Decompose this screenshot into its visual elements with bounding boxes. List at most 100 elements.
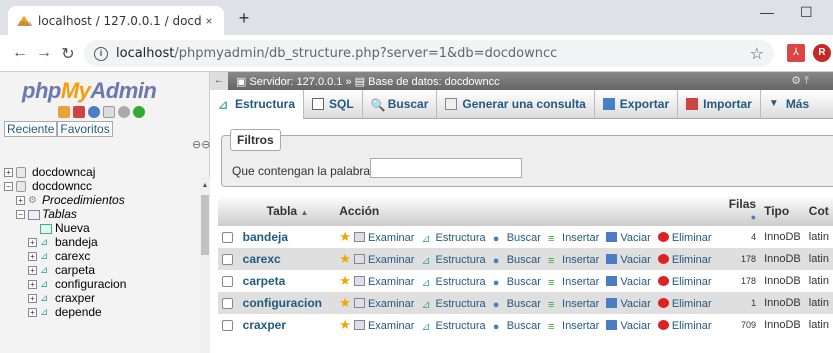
vaciar-action[interactable]: Vaciar [606,232,651,244]
table-name-link[interactable]: craxper [243,318,286,332]
buscar-action[interactable]: ● Buscar [493,298,541,311]
tab-generar-consulta[interactable]: Generar una consulta [437,89,595,119]
breadcrumb-database[interactable]: Base de datos: docdowncc [368,76,499,88]
tree-item-docdowncc[interactable]: − docdowncc [0,180,200,193]
vaciar-action[interactable]: Vaciar [606,254,651,266]
examinar-action[interactable]: Examinar [353,320,414,332]
tree-item-carexc[interactable]: + ⊿ carexc [0,250,200,263]
recent-tab[interactable]: Reciente [4,121,58,137]
expand-icon[interactable]: + [28,252,37,261]
url-input[interactable]: i localhost/phpmyadmin/db_structure.php?… [84,40,774,67]
settings-gear-icon[interactable] [118,106,130,118]
examinar-action[interactable]: Examinar [353,298,414,310]
eliminar-action[interactable]: Eliminar [657,254,712,266]
buscar-action[interactable]: ● Buscar [493,276,541,289]
browser-tab[interactable]: PMA localhost / 127.0.0.1 / docdowncc × [8,6,224,35]
filter-input[interactable] [370,158,522,178]
tree-item-configuracion[interactable]: + ⊿ configuracion [0,278,200,291]
settings-gear-icon[interactable]: ⚙ ⤒ [791,74,809,88]
buscar-action[interactable]: ● Buscar [493,320,541,333]
eliminar-action[interactable]: Eliminar [657,276,712,288]
tree-item-tablas[interactable]: − Tablas [0,208,200,221]
tree-item-bandeja[interactable]: + ⊿ bandeja [0,236,200,249]
tree-item-craxper[interactable]: + ⊿ craxper [0,292,200,305]
expand-icon[interactable]: + [16,196,25,205]
info-icon[interactable]: i [94,46,108,61]
estructura-action[interactable]: ⊿ Estructura [422,320,486,333]
col-tipo[interactable]: Tipo [760,195,805,226]
vaciar-action[interactable]: Vaciar [606,320,651,332]
expand-icon[interactable]: + [28,238,37,247]
new-tab-icon[interactable]: + [234,8,254,29]
tab-buscar[interactable]: 🔍 Buscar [363,89,438,119]
nav-scrollbar[interactable]: ▲ [200,177,210,353]
col-cotejamiento[interactable]: Cot [804,195,833,226]
buscar-action[interactable]: ● Buscar [493,254,541,267]
favorite-star-icon[interactable]: ★ [339,229,351,244]
estructura-action[interactable]: ⊿ Estructura [422,232,486,245]
forward-icon[interactable]: → [34,44,54,62]
vaciar-action[interactable]: Vaciar [606,298,651,310]
maximize-icon[interactable]: ☐ [800,4,813,21]
favorite-star-icon[interactable]: ★ [339,273,351,288]
row-checkbox[interactable] [222,297,233,309]
tab-estructura[interactable]: ⊿ Estructura [210,89,305,119]
insertar-action[interactable]: ≡ Insertar [548,320,599,333]
minimize-icon[interactable]: — [760,4,774,20]
tab-close-icon[interactable]: × [202,14,216,28]
tab-exportar[interactable]: Exportar [595,89,679,119]
scroll-thumb[interactable] [201,195,209,255]
examinar-action[interactable]: Examinar [353,276,414,288]
help-icon[interactable]: ● [751,212,756,222]
home-icon[interactable] [58,106,70,118]
col-tabla[interactable]: Tabla ▲ [238,195,336,226]
tree-item-carpeta[interactable]: + ⊿ carpeta [0,264,200,277]
reload-icon[interactable]: ↻ [58,44,78,64]
tree-item-docdowncaj[interactable]: + docdowncaj [0,166,200,179]
table-name-link[interactable]: bandeja [243,230,288,244]
insertar-action[interactable]: ≡ Insertar [548,276,599,289]
estructura-action[interactable]: ⊿ Estructura [422,254,486,267]
eliminar-action[interactable]: Eliminar [657,320,712,332]
breadcrumb-server[interactable]: Servidor: 127.0.0.1 [249,76,342,88]
tab-sql[interactable]: SQL [304,89,363,119]
examinar-action[interactable]: Examinar [353,232,414,244]
row-checkbox[interactable] [222,275,233,287]
insertar-action[interactable]: ≡ Insertar [548,254,599,267]
tree-item-procedimientos[interactable]: + ⚙ Procedimientos [0,194,200,207]
table-name-link[interactable]: carexc [243,252,281,266]
row-checkbox[interactable] [222,253,233,265]
link-chain-icon[interactable]: ⊖⊖ [192,138,210,151]
buscar-action[interactable]: ● Buscar [493,232,541,245]
examinar-action[interactable]: Examinar [353,254,414,266]
logout-icon[interactable] [73,106,85,118]
scroll-up-icon[interactable]: ▲ [200,182,210,189]
back-icon[interactable]: ← [10,44,30,62]
table-name-link[interactable]: carpeta [243,274,286,288]
favorites-tab[interactable]: Favoritos [57,121,113,137]
phpmyadmin-logo[interactable]: phpMyAdmin [22,78,157,104]
favorite-star-icon[interactable]: ★ [339,317,351,332]
expand-icon[interactable]: + [28,280,37,289]
reload-nav-icon[interactable] [133,106,145,118]
expand-icon[interactable]: + [4,168,13,177]
bookmark-star-icon[interactable]: ☆ [750,44,764,64]
profile-avatar[interactable]: R [813,44,831,62]
collapse-icon[interactable]: − [16,210,25,219]
row-checkbox[interactable] [222,231,233,243]
row-checkbox[interactable] [222,319,233,331]
insertar-action[interactable]: ≡ Insertar [548,232,599,245]
eliminar-action[interactable]: Eliminar [657,298,712,310]
expand-icon[interactable]: + [28,266,37,275]
tab-importar[interactable]: Importar [678,89,761,119]
vaciar-action[interactable]: Vaciar [606,276,651,288]
tab-mas[interactable]: ▼ Más [761,90,817,119]
collapse-icon[interactable]: − [4,182,13,191]
tree-item-nueva[interactable]: Nueva [0,222,200,235]
col-filas[interactable]: Filas ● [724,195,761,226]
collapse-nav-icon[interactable]: ← [210,72,228,90]
pdf-extension-icon[interactable]: ⅄ [787,44,805,62]
query-window-icon[interactable] [88,106,100,118]
favorite-star-icon[interactable]: ★ [339,251,351,266]
expand-icon[interactable]: + [28,294,37,303]
